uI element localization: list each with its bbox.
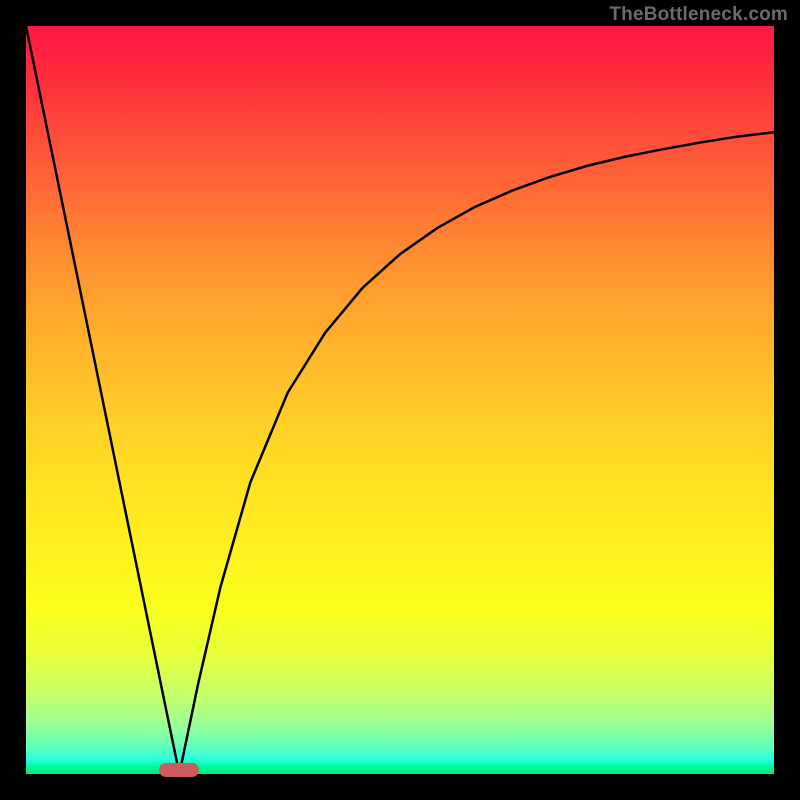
bottleneck-curve <box>26 26 774 774</box>
optimal-marker-pill <box>159 763 199 777</box>
watermark-text: TheBottleneck.com <box>609 4 788 26</box>
